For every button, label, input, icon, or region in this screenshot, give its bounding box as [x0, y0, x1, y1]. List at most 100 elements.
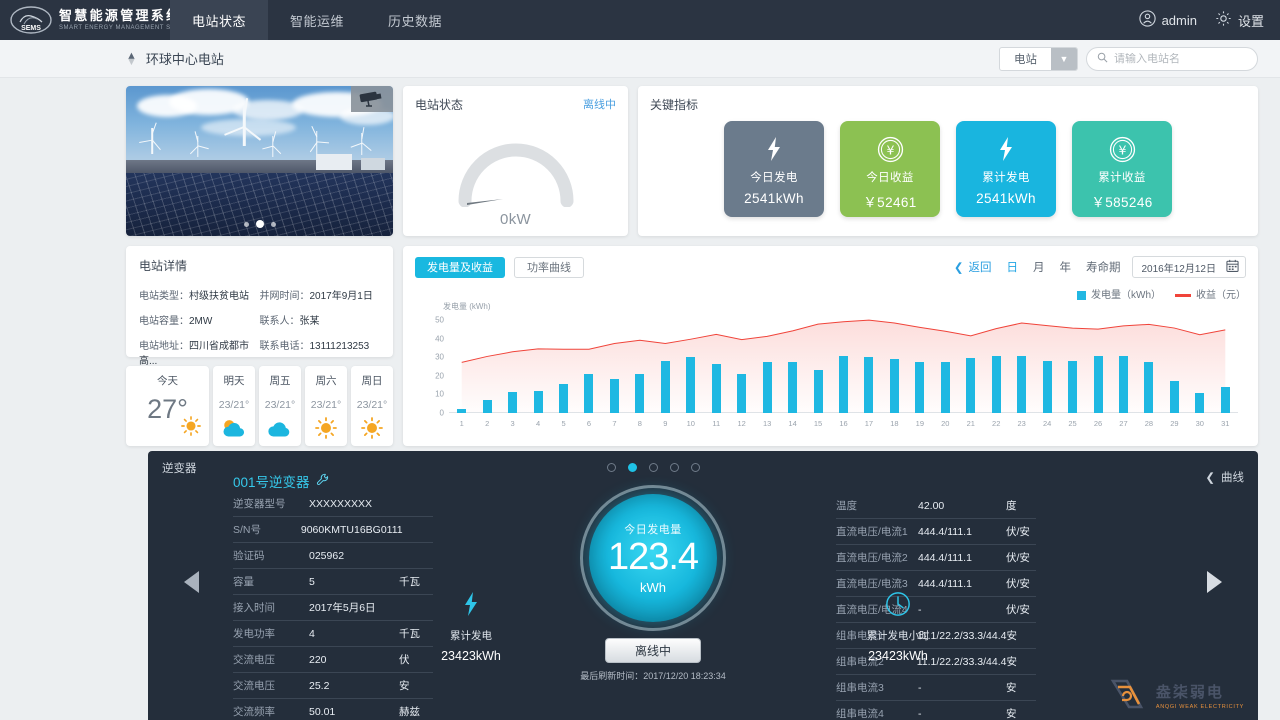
chart-bar[interactable]	[661, 361, 670, 413]
chart-bar[interactable]	[1043, 361, 1052, 413]
row-unit: 安	[1006, 628, 1036, 643]
chart-bar[interactable]	[534, 391, 543, 413]
pager-dot-active[interactable]	[628, 463, 637, 472]
next-inverter-button[interactable]	[1207, 571, 1222, 593]
station-photo-carousel[interactable]	[126, 86, 393, 236]
chart-bar[interactable]	[915, 362, 924, 413]
chart-bar[interactable]	[483, 400, 492, 413]
chart-bar[interactable]	[635, 374, 644, 413]
tab-generation-income[interactable]: 发电量及收益	[415, 257, 505, 278]
detail-value: 村级扶贫电站	[189, 291, 249, 302]
search-input[interactable]	[1114, 53, 1247, 65]
date-picker[interactable]: 2016年12月12日	[1132, 256, 1247, 278]
cctv-camera-icon[interactable]	[351, 86, 393, 112]
chart-bar[interactable]	[559, 384, 568, 413]
carousel-dots[interactable]	[126, 222, 393, 229]
wrench-icon[interactable]	[316, 473, 330, 490]
chart-bar[interactable]	[788, 362, 797, 413]
chart-bar[interactable]	[1094, 356, 1103, 413]
chart-bar[interactable]	[457, 409, 466, 413]
nav-item-station-status[interactable]: 电站状态	[170, 0, 268, 40]
prev-inverter-button[interactable]	[184, 571, 199, 593]
tab-power-curve[interactable]: 功率曲线	[514, 257, 584, 278]
chart-bar[interactable]	[941, 362, 950, 413]
station-selector[interactable]: ▲▼ 环球中心电站	[126, 49, 224, 68]
chart-bar[interactable]	[508, 392, 517, 413]
kpi-card-total-generation[interactable]: 累计发电 2541kWh	[956, 121, 1056, 217]
settings-button[interactable]: 设置	[1215, 10, 1264, 30]
x-axis-tick: 9	[663, 419, 667, 428]
chart-bar[interactable]	[610, 379, 619, 413]
x-axis-tick: 2	[485, 419, 489, 428]
chart-bar[interactable]	[737, 374, 746, 413]
inverter-pager[interactable]	[503, 463, 803, 472]
chart-bar[interactable]	[814, 370, 823, 413]
row-value: 444.4/111.1	[918, 578, 1006, 590]
chart-bar[interactable]	[1195, 393, 1204, 413]
row-unit: 千瓦	[399, 574, 433, 589]
inverter-name[interactable]: 001号逆变器	[233, 471, 433, 491]
chevron-down-icon[interactable]: ▼	[1051, 48, 1077, 70]
pager-dot[interactable]	[649, 463, 658, 472]
search-box[interactable]	[1086, 47, 1258, 71]
row-key: 逆变器型号	[233, 496, 309, 511]
inverter-row: S/N号9060KMTU16BG0111	[233, 517, 433, 543]
station-type-select[interactable]: 电站 ▼	[999, 47, 1078, 71]
pager-dot[interactable]	[607, 463, 616, 472]
detail-value: 2017年9月1日	[310, 291, 373, 302]
inverter-row: 组串电流4-安	[836, 701, 1036, 720]
back-button[interactable]: ❮ 返回	[954, 259, 992, 275]
chart-bar[interactable]	[763, 362, 772, 413]
chart-bar[interactable]	[839, 356, 848, 413]
row-key: 接入时间	[233, 600, 309, 615]
carousel-dot[interactable]	[244, 222, 249, 227]
chart-bar[interactable]	[992, 356, 1001, 413]
x-axis-tick: 26	[1094, 419, 1102, 428]
kpi-card-today-income[interactable]: ¥ 今日收益 ￥52461	[840, 121, 940, 217]
chart-bar[interactable]	[712, 364, 721, 413]
range-day[interactable]: 日	[1007, 259, 1019, 275]
chart-bar[interactable]	[1068, 361, 1077, 413]
chart-bar[interactable]	[890, 359, 899, 413]
calendar-icon[interactable]	[1226, 259, 1239, 275]
chart-bar[interactable]	[1221, 387, 1230, 413]
kpi-card-total-income[interactable]: ¥ 累计收益 ￥585246	[1072, 121, 1172, 217]
svg-text:¥: ¥	[1118, 142, 1126, 157]
legend-income[interactable]: 收益（元）	[1175, 286, 1246, 301]
detail-field: 并网时间：2017年9月1日	[260, 287, 381, 302]
chevron-updown-icon[interactable]: ▲▼	[126, 53, 137, 65]
nav-item-smart-ops[interactable]: 智能运维	[268, 0, 366, 40]
legend-generation[interactable]: 发电量（kWh）	[1077, 286, 1161, 301]
carousel-dot-active[interactable]	[256, 220, 264, 228]
key-metrics-title: 关键指标	[650, 96, 1246, 113]
kpi-card-today-generation[interactable]: 今日发电 2541kWh	[724, 121, 824, 217]
chart-bar[interactable]	[1119, 356, 1128, 413]
pager-dot[interactable]	[670, 463, 679, 472]
row-unit: 伏/安	[1006, 602, 1036, 617]
pager-dot[interactable]	[691, 463, 700, 472]
row-key: 交流电压	[233, 678, 309, 693]
chart-bar[interactable]	[1144, 362, 1153, 413]
carousel-dot[interactable]	[271, 222, 276, 227]
chart-bar[interactable]	[966, 358, 975, 413]
range-lifetime[interactable]: 寿命期	[1086, 259, 1121, 275]
user-menu[interactable]: admin	[1139, 10, 1197, 30]
row-value: XXXXXXXXX	[309, 498, 399, 510]
station-detail-card: 电站详情 电站类型：村级扶贫电站 并网时间：2017年9月1日 电站容量：2MW…	[126, 246, 393, 357]
chart-bar[interactable]	[584, 374, 593, 413]
kpi-label: 累计收益	[1098, 169, 1146, 185]
x-axis-tick: 4	[536, 419, 540, 428]
nav-item-history-data[interactable]: 历史数据	[366, 0, 464, 40]
detail-value: 张某	[300, 316, 320, 327]
inverter-curve-link[interactable]: ❮ 曲线	[1205, 469, 1244, 485]
inverter-status-button[interactable]: 离线中	[605, 638, 701, 663]
yen-coin-icon: ¥	[1109, 132, 1136, 166]
ring-label: 今日发电量	[624, 521, 682, 537]
range-year[interactable]: 年	[1060, 259, 1072, 275]
chart-bar[interactable]	[1170, 381, 1179, 413]
chart-bar[interactable]	[686, 357, 695, 413]
x-axis-tick: 7	[612, 419, 616, 428]
range-month[interactable]: 月	[1033, 259, 1045, 275]
chart-bar[interactable]	[1017, 356, 1026, 413]
chart-bar[interactable]	[864, 357, 873, 413]
